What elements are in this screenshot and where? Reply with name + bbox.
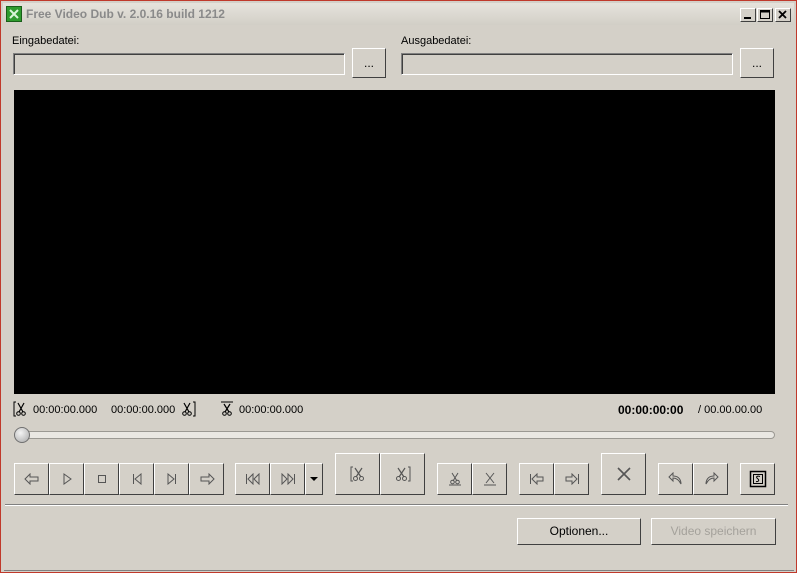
- selection-end-icon: [182, 401, 196, 417]
- close-icon: [778, 10, 787, 19]
- undo-button[interactable]: [658, 463, 693, 495]
- deselect-icon: [483, 472, 496, 486]
- stop-icon: [97, 475, 106, 483]
- step-forward-button[interactable]: [189, 463, 224, 495]
- next-frame-icon: [167, 473, 176, 485]
- video-preview: [14, 90, 775, 394]
- app-icon: [6, 6, 22, 22]
- prev-mark-button[interactable]: [519, 463, 554, 495]
- main-window: Free Video Dub v. 2.0.16 build 1212 Eing…: [0, 0, 797, 573]
- scene-detect-button[interactable]: [740, 463, 775, 495]
- output-browse-button[interactable]: ...: [740, 48, 774, 78]
- bottom-edge: [4, 567, 794, 571]
- mark-start-button[interactable]: [335, 453, 380, 495]
- select-scene-button[interactable]: [437, 463, 472, 495]
- save-video-button[interactable]: Video speichern: [651, 518, 776, 545]
- delete-icon: [616, 467, 631, 481]
- stop-button[interactable]: [84, 463, 119, 495]
- output-file-label: Ausgabedatei:: [401, 35, 472, 47]
- selection-end-time: 00:00:00.000: [111, 404, 176, 416]
- position-slider-track[interactable]: [15, 431, 775, 439]
- next-frame-button[interactable]: [154, 463, 189, 495]
- minimize-button[interactable]: [740, 8, 756, 22]
- mark-end-button[interactable]: [380, 453, 425, 495]
- title-bar[interactable]: Free Video Dub v. 2.0.16 build 1212: [3, 3, 794, 25]
- go-start-button[interactable]: [235, 463, 270, 495]
- go-end-button[interactable]: [270, 463, 305, 495]
- selection-start-icon: [13, 401, 26, 417]
- play-icon: [63, 473, 72, 485]
- scene-detect-icon: [749, 470, 766, 488]
- redo-icon: [705, 472, 719, 485]
- next-mark-button[interactable]: [554, 463, 589, 495]
- total-duration: / 00.00.00.00: [698, 404, 763, 416]
- output-file-field[interactable]: [401, 53, 733, 75]
- redo-button[interactable]: [693, 463, 728, 495]
- position-slider-thumb[interactable]: [14, 427, 30, 443]
- input-browse-button[interactable]: ...: [352, 48, 386, 78]
- minimize-icon: [744, 17, 751, 19]
- prev-frame-button[interactable]: [119, 463, 154, 495]
- go-end-icon: [281, 473, 295, 485]
- prev-mark-icon: [529, 473, 543, 485]
- play-button[interactable]: [49, 463, 84, 495]
- maximize-icon: [760, 10, 770, 19]
- options-button[interactable]: Optionen...: [517, 518, 641, 545]
- undo-icon: [667, 472, 681, 485]
- mark-start-icon: [350, 466, 364, 482]
- close-button[interactable]: [775, 8, 791, 22]
- deselect-button[interactable]: [472, 463, 507, 495]
- next-mark-icon: [565, 473, 579, 485]
- delete-button[interactable]: [601, 453, 646, 495]
- dropdown-arrow-icon: [310, 477, 318, 481]
- selection-start-time: 00:00:00.000: [33, 404, 98, 416]
- mark-end-icon: [395, 466, 410, 482]
- step-back-button[interactable]: [14, 463, 49, 495]
- select-scene-icon: [448, 472, 461, 486]
- input-file-label: Eingabedatei:: [12, 35, 80, 47]
- step-forward-icon: [200, 473, 215, 485]
- go-start-icon: [245, 473, 259, 485]
- prev-frame-icon: [132, 473, 141, 485]
- step-back-icon: [23, 473, 38, 485]
- selection-length-time: 00:00:00.000: [239, 404, 304, 416]
- separator: [5, 504, 788, 506]
- window-title: Free Video Dub v. 2.0.16 build 1212: [26, 7, 225, 21]
- maximize-button[interactable]: [757, 8, 773, 22]
- input-file-field[interactable]: [13, 53, 345, 75]
- go-dropdown-button[interactable]: [305, 463, 323, 495]
- selection-length-icon: [221, 401, 233, 416]
- current-timecode: 00:00:00:00: [618, 403, 684, 417]
